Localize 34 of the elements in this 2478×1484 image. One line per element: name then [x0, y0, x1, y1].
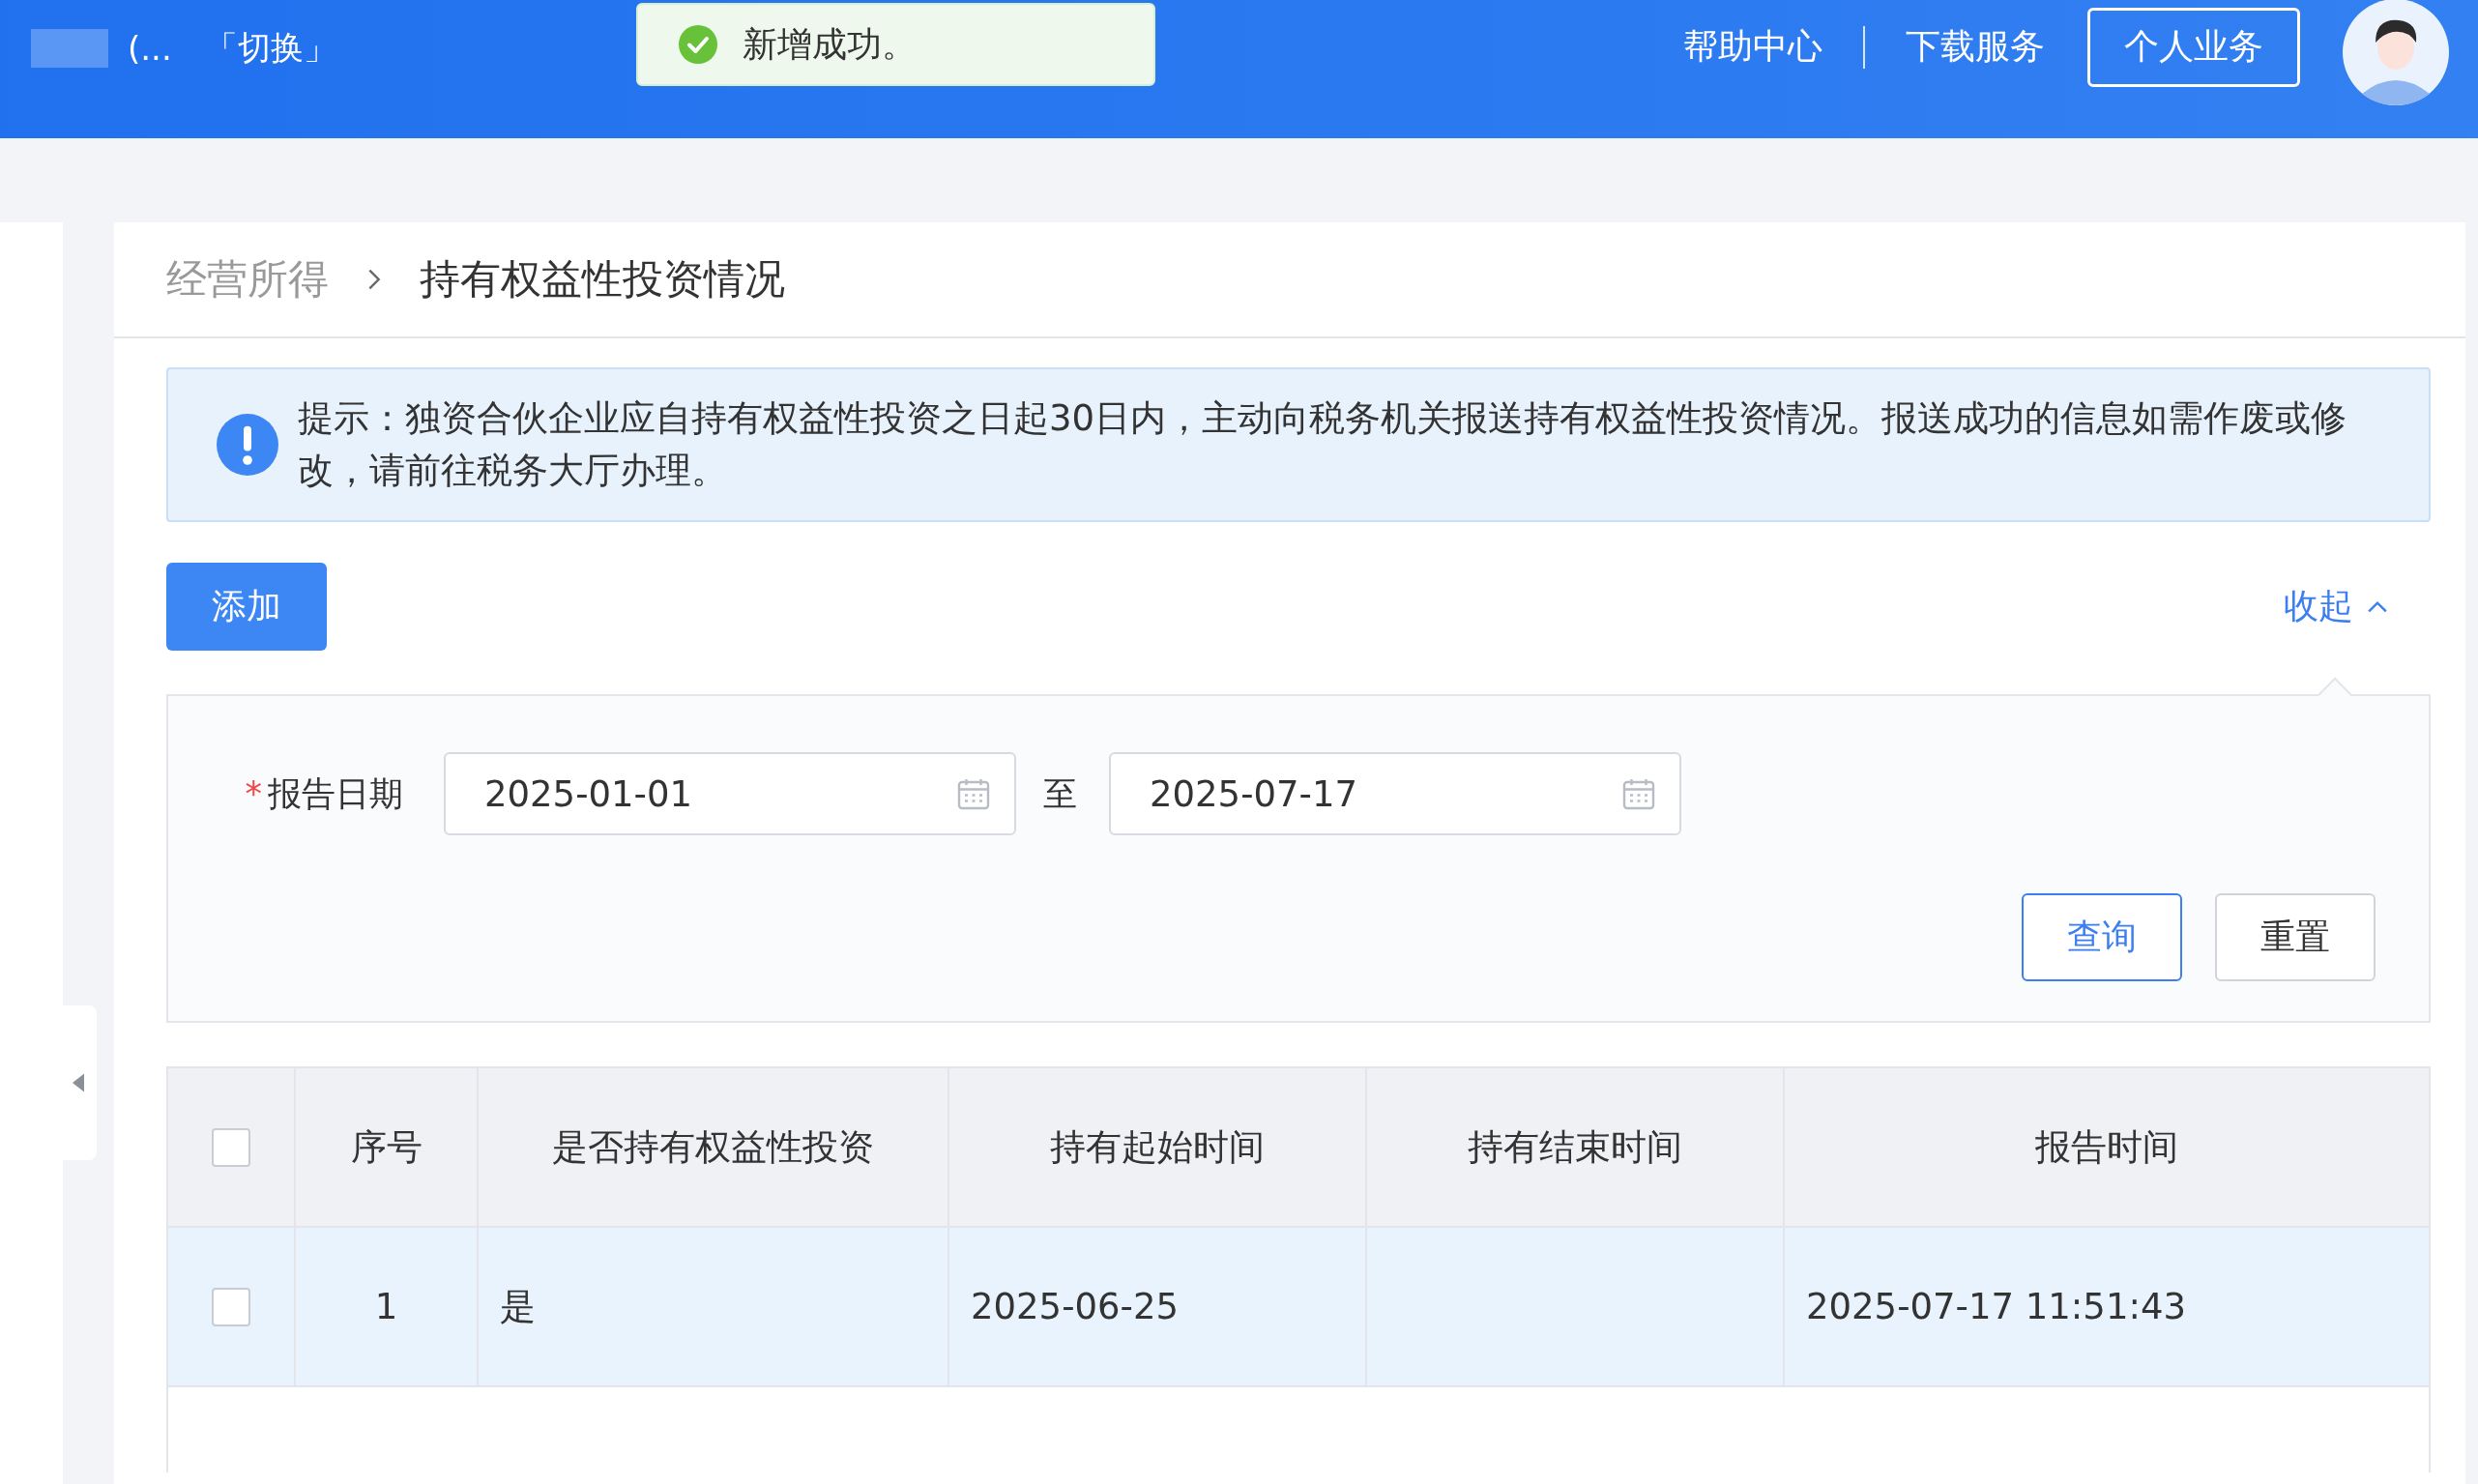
- add-button[interactable]: 添加: [166, 563, 327, 651]
- calendar-icon: [956, 776, 991, 811]
- breadcrumb-link[interactable]: 经营所得: [166, 252, 329, 306]
- chevron-up-icon: [2367, 599, 2388, 614]
- collapse-link[interactable]: 收起: [2284, 583, 2388, 630]
- table-cell: 1: [374, 1286, 398, 1327]
- table-cell: 2025-06-25: [971, 1286, 1180, 1327]
- required-mark: *: [245, 773, 262, 813]
- report-date-label: * 报告日期: [244, 772, 404, 815]
- switch-link[interactable]: 「切换」: [204, 25, 336, 71]
- row-checkbox[interactable]: [212, 1287, 250, 1326]
- account-suffix: (...: [128, 28, 172, 68]
- table-cell-text: 是: [500, 1284, 536, 1329]
- check-icon: [679, 25, 717, 64]
- avatar-icon[interactable]: [2343, 0, 2449, 105]
- date-field[interactable]: 2025-01-01: [444, 752, 1016, 835]
- table-cell: 2025-07-17 11:51:43: [1806, 1286, 2186, 1327]
- select-all-checkbox[interactable]: [212, 1127, 250, 1167]
- date-field[interactable]: 2025-07-17: [1109, 752, 1681, 835]
- collapse-arrow-icon: [73, 1073, 84, 1092]
- page-title: 持有权益性投资情况: [420, 254, 785, 305]
- header-link[interactable]: 下载服务: [1906, 23, 2045, 71]
- range-separator: 至: [1043, 772, 1078, 815]
- query-button[interactable]: 查询: [2022, 893, 2182, 981]
- personal-business-button[interactable]: 个人业务: [2087, 7, 2300, 87]
- reset-button[interactable]: 重置: [2215, 893, 2376, 981]
- calendar-icon: [1621, 776, 1656, 811]
- exclamation-icon: [217, 414, 278, 476]
- toast-message: 新增成功。: [743, 22, 917, 66]
- table-row[interactable]: 1 是 2025-06-25 2025-07-17 11:51:43: [168, 1226, 2429, 1385]
- header-link[interactable]: 帮助中心: [1683, 23, 1822, 71]
- notice-text: 提示：独资合伙企业应自持有权益性投资之日起30日内，主动向税务机关报送持有权益性投资情况。报送成功的信息如需作废或修改，请前往税务大厅办理。: [298, 396, 2348, 493]
- chevron-right-icon: [367, 268, 381, 291]
- sidebar-toggle[interactable]: [60, 1005, 97, 1160]
